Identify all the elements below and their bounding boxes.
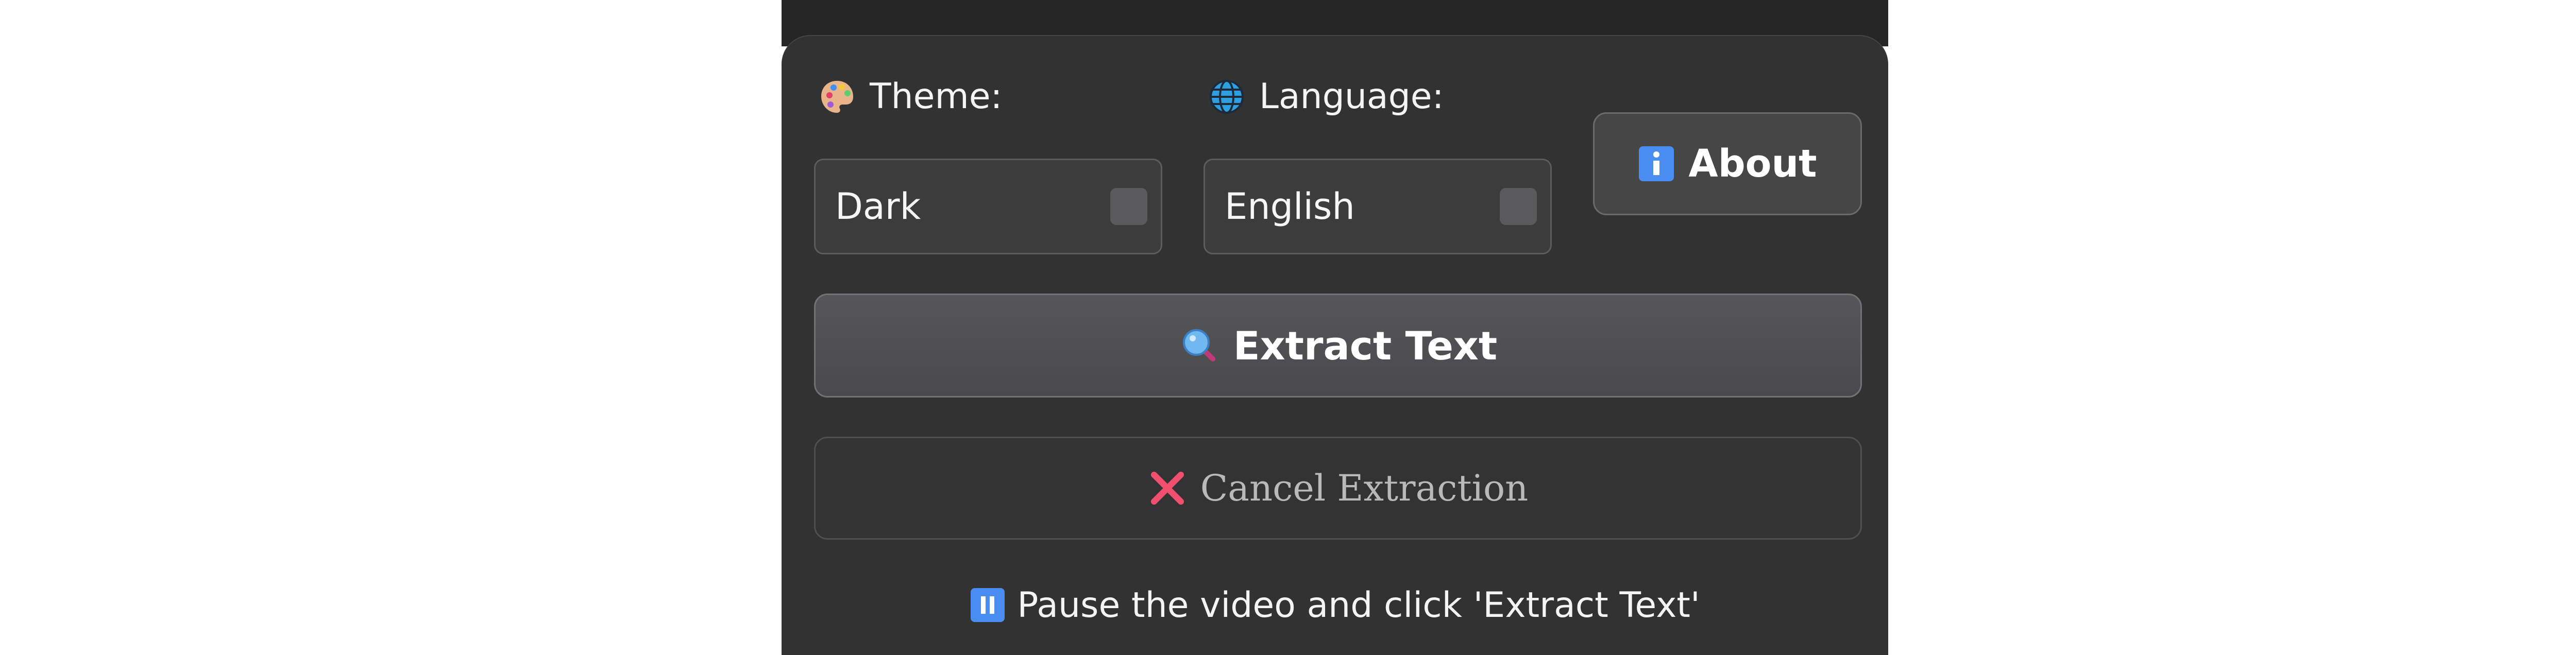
cancel-extraction-button[interactable]: Cancel Extraction [814,437,1862,540]
globe-icon [1208,78,1246,116]
dropdown-arrow-icon[interactable] [1110,188,1147,225]
theme-select[interactable]: Dark [814,159,1162,254]
about-button[interactable]: About [1593,112,1862,215]
language-label-text: Language: [1259,76,1444,117]
about-button-label: About [1688,142,1817,186]
status-text: Pause the video and click 'Extract Text' [1017,584,1700,626]
palette-icon [818,78,856,116]
extract-text-button[interactable]: Extract Text [814,294,1862,398]
magnifier-icon [1179,325,1220,366]
status-message: Pause the video and click 'Extract Text' [782,582,1888,628]
extract-text-label: Extract Text [1233,322,1498,369]
theme-select-value: Dark [835,185,921,228]
language-select[interactable]: English [1204,159,1552,254]
theme-label-text: Theme: [870,76,1003,117]
theme-label: Theme: [818,76,1002,117]
pause-icon [970,587,1006,623]
info-icon [1638,145,1675,182]
language-label: Language: [1208,76,1444,117]
cancel-extraction-label: Cancel Extraction [1200,467,1529,509]
dropdown-arrow-icon[interactable] [1500,188,1537,225]
cross-icon [1148,469,1187,508]
language-select-value: English [1225,185,1355,228]
